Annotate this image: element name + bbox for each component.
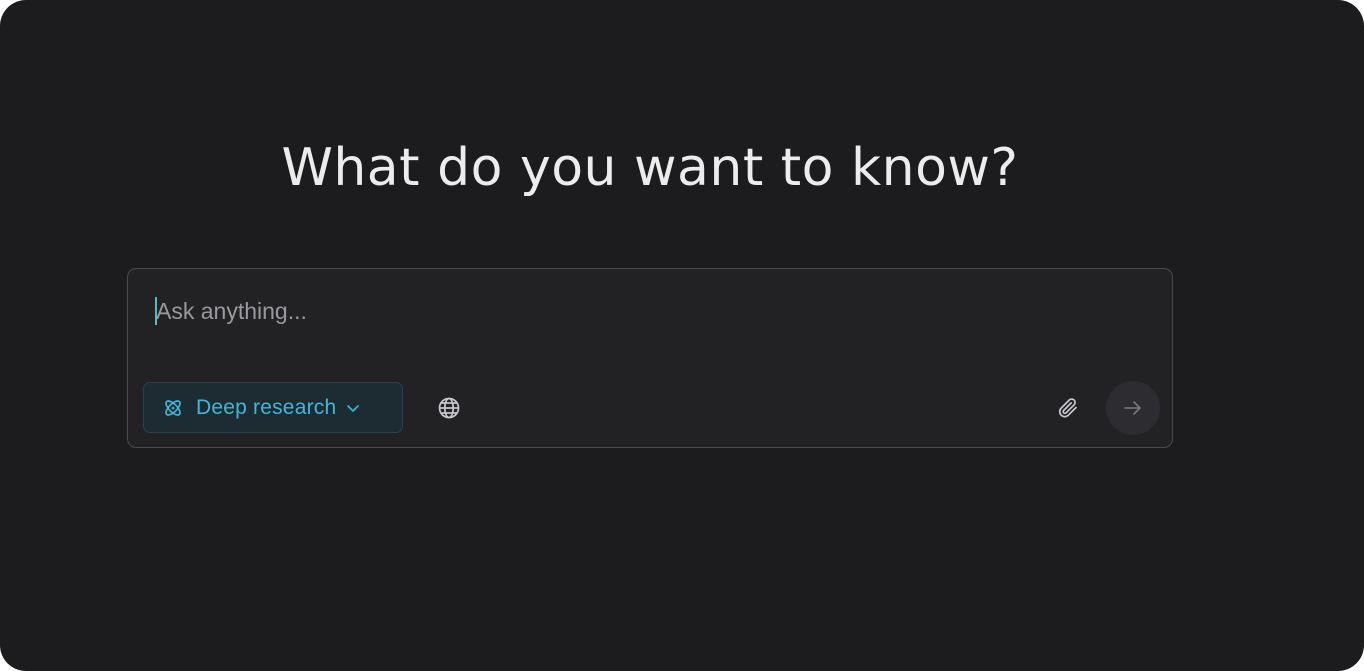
web-search-toggle[interactable] [433, 392, 465, 424]
app-window: What do you want to know? Deep research [0, 0, 1364, 671]
attach-file-button[interactable] [1052, 392, 1084, 424]
globe-icon [437, 396, 461, 420]
page-title: What do you want to know? [281, 138, 1019, 198]
deep-research-mode-button[interactable]: Deep research [143, 382, 403, 433]
send-button[interactable] [1106, 381, 1160, 435]
paperclip-icon [1056, 396, 1080, 420]
search-input[interactable] [156, 291, 1136, 331]
atom-icon [162, 397, 184, 419]
mode-label: Deep research [196, 395, 337, 419]
arrow-right-icon [1122, 397, 1144, 419]
chevron-down-icon [346, 403, 360, 413]
query-composer: Deep research [127, 268, 1173, 448]
